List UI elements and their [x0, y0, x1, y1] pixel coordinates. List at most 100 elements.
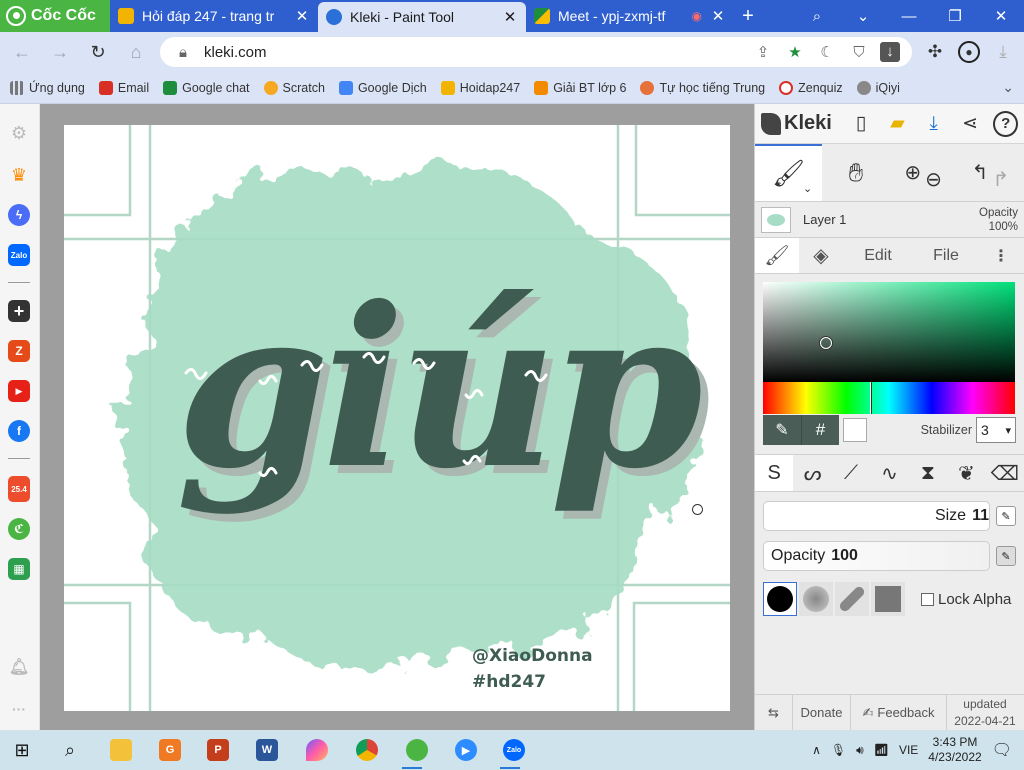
messenger-icon[interactable]: ϟ	[8, 204, 30, 226]
more-icon[interactable]: ···	[8, 698, 30, 720]
save-download-icon[interactable]: ⤓	[921, 110, 947, 138]
taskbar-chrome[interactable]	[342, 730, 392, 770]
tab-more[interactable]: ⋮	[979, 238, 1023, 273]
donate-link[interactable]: Donate	[793, 695, 851, 730]
tab-layers[interactable]: ◈	[799, 238, 843, 273]
hue-slider[interactable]	[763, 382, 1015, 414]
volume-icon[interactable]: 🔊︎	[856, 743, 864, 758]
size-slider[interactable]: Size 11	[763, 501, 990, 531]
taskbar-zoom[interactable]: ▶	[442, 730, 490, 770]
share-icon[interactable]: ⋖	[957, 110, 983, 138]
bookmark-iqiyi[interactable]: iQiyi	[856, 80, 900, 95]
bookmark-zenquiz[interactable]: Zenquiz	[779, 80, 843, 95]
share-icon[interactable]: ⇪	[752, 43, 774, 61]
hand-tool-button[interactable]: ✋︎	[822, 144, 889, 201]
tab-file[interactable]: File	[913, 238, 979, 273]
sv-cursor[interactable]	[820, 337, 832, 349]
chemy-brush-button[interactable]: ⧗	[909, 455, 947, 491]
bookmark-scratch[interactable]: Scratch	[263, 80, 325, 95]
close-window-icon[interactable]: ✕	[978, 7, 1024, 25]
url-text[interactable]: kleki.com	[204, 44, 742, 61]
tab-meet[interactable]: Meet - ypj-zxmj-tf ◉ ✕	[526, 0, 734, 32]
shape-square-button[interactable]	[871, 582, 905, 616]
kleki-canvas-area[interactable]: giúp giúp @XiaoDonna #hd247	[40, 104, 754, 730]
bookmarks-more-icon[interactable]: ⌄	[1002, 79, 1014, 96]
clock[interactable]: 3:43 PM 4/23/2022	[928, 735, 981, 765]
edit-opacity-icon[interactable]: ✎	[996, 546, 1016, 566]
tab-edit[interactable]: Edit	[843, 238, 913, 273]
shape-circle-button[interactable]	[763, 582, 797, 616]
tab-hoidap[interactable]: Hỏi đáp 247 - trang tr ✕	[110, 0, 318, 32]
account-icon[interactable]: ●	[958, 41, 980, 63]
secondary-color-swatch[interactable]	[843, 418, 867, 442]
windows-start-button[interactable]: ⊞	[0, 730, 44, 770]
close-icon[interactable]: ✕	[294, 7, 310, 25]
drawing-canvas[interactable]: giúp giúp @XiaoDonna #hd247	[64, 125, 730, 711]
saturation-value-box[interactable]	[763, 282, 1015, 382]
lock-alpha-checkbox[interactable]	[921, 592, 934, 606]
chevron-down-icon[interactable]: ⌄	[840, 7, 886, 25]
bookmark-google-chat[interactable]: Google chat	[163, 80, 250, 95]
kleki-logo[interactable]: Kleki	[761, 112, 832, 135]
undo-icon[interactable]: ↰	[972, 160, 989, 185]
open-folder-icon[interactable]: ▰	[884, 110, 910, 138]
download-icon[interactable]: ↓	[880, 42, 900, 62]
bookmark-google-translate[interactable]: Google Dịch	[338, 80, 427, 95]
url-field[interactable]: 🔒︎ kleki.com ⇪ ★ ☾ ⛉ ↓	[160, 37, 912, 67]
feedback-link[interactable]: ✍ Feedback	[851, 695, 947, 730]
taskbar-zalo[interactable]: Zalo	[490, 730, 538, 770]
taskbar-coccoc[interactable]	[392, 730, 442, 770]
sketchy-brush-button[interactable]: ⟋	[832, 455, 870, 491]
zoom-out-icon[interactable]: ⊖	[925, 167, 942, 192]
facebook-icon[interactable]: f	[8, 420, 30, 442]
settings-gear-icon[interactable]: ⚙	[8, 122, 30, 144]
coccoc-green-icon[interactable]: ℭ	[8, 518, 30, 540]
help-icon[interactable]: ?	[993, 110, 1019, 137]
youtube-icon[interactable]: ▶	[8, 380, 30, 402]
shape-soft-button[interactable]	[799, 582, 833, 616]
redo-icon[interactable]: ↱	[992, 167, 1009, 192]
opacity-slider[interactable]: Opacity 100	[763, 541, 990, 571]
dark-mode-icon[interactable]: ☾	[816, 43, 838, 61]
extensions-icon[interactable]: ✣	[922, 42, 948, 62]
layer-preview[interactable]: Layer 1 Opacity 100%	[755, 202, 1024, 238]
home-icon[interactable]: ⌂	[122, 38, 150, 66]
zing-icon[interactable]: Z	[8, 340, 30, 362]
bookmark-email[interactable]: Email	[98, 80, 149, 95]
search-tabs-icon[interactable]: ⌕	[794, 8, 840, 25]
blend-brush-button[interactable]: ᔕ	[793, 455, 831, 491]
language-indicator[interactable]: VIE	[899, 743, 918, 757]
shape-line-button[interactable]	[835, 582, 869, 616]
lock-alpha-toggle[interactable]: Lock Alpha	[921, 591, 1011, 608]
bookmark-giai-bt[interactable]: Giải BT lớp 6	[534, 80, 626, 95]
forward-icon[interactable]: →	[46, 38, 74, 66]
bell-icon[interactable]: 🔔︎	[8, 656, 30, 678]
pixel-brush-button[interactable]: ∿	[870, 455, 908, 491]
brush-tool-button[interactable]: 🖌︎ ⌄	[755, 144, 823, 201]
eyedropper-icon[interactable]: ✎	[763, 415, 801, 445]
bookmark-hoidap247[interactable]: Hoidap247	[440, 80, 520, 95]
downloads-icon[interactable]: ⤓	[990, 42, 1016, 62]
close-icon[interactable]: ✕	[502, 8, 518, 26]
crown-icon[interactable]: ♛	[8, 164, 30, 186]
minimize-icon[interactable]: —	[886, 8, 932, 25]
new-tab-button[interactable]: +	[734, 0, 762, 32]
bookmark-tu-hoc[interactable]: Tự học tiếng Trung	[640, 80, 765, 95]
taskbar-paint3d[interactable]	[292, 730, 342, 770]
smudge-brush-button[interactable]: ❦	[947, 455, 985, 491]
hex-input-button[interactable]: #	[801, 415, 839, 445]
coccoc-brand[interactable]: Cốc Cốc	[0, 0, 110, 32]
add-icon[interactable]: +	[8, 300, 30, 322]
eraser-button[interactable]: ⌫	[986, 455, 1024, 491]
taskbar-powerpoint[interactable]: P	[194, 730, 242, 770]
stabilizer-select[interactable]: 3 ▾	[976, 417, 1016, 443]
star-icon[interactable]: ★	[784, 43, 806, 61]
swap-arrows-icon[interactable]: ⇆	[755, 695, 793, 730]
close-icon[interactable]: ✕	[710, 7, 726, 25]
taskbar-file-explorer[interactable]	[96, 730, 146, 770]
tab-kleki[interactable]: Kleki - Paint Tool ✕	[318, 2, 526, 32]
zalo-icon[interactable]: Zalo	[8, 244, 30, 266]
restore-icon[interactable]: ❐	[932, 7, 978, 25]
edit-size-icon[interactable]: ✎	[996, 506, 1016, 526]
wifi-icon[interactable]: 📶︎	[874, 743, 889, 757]
